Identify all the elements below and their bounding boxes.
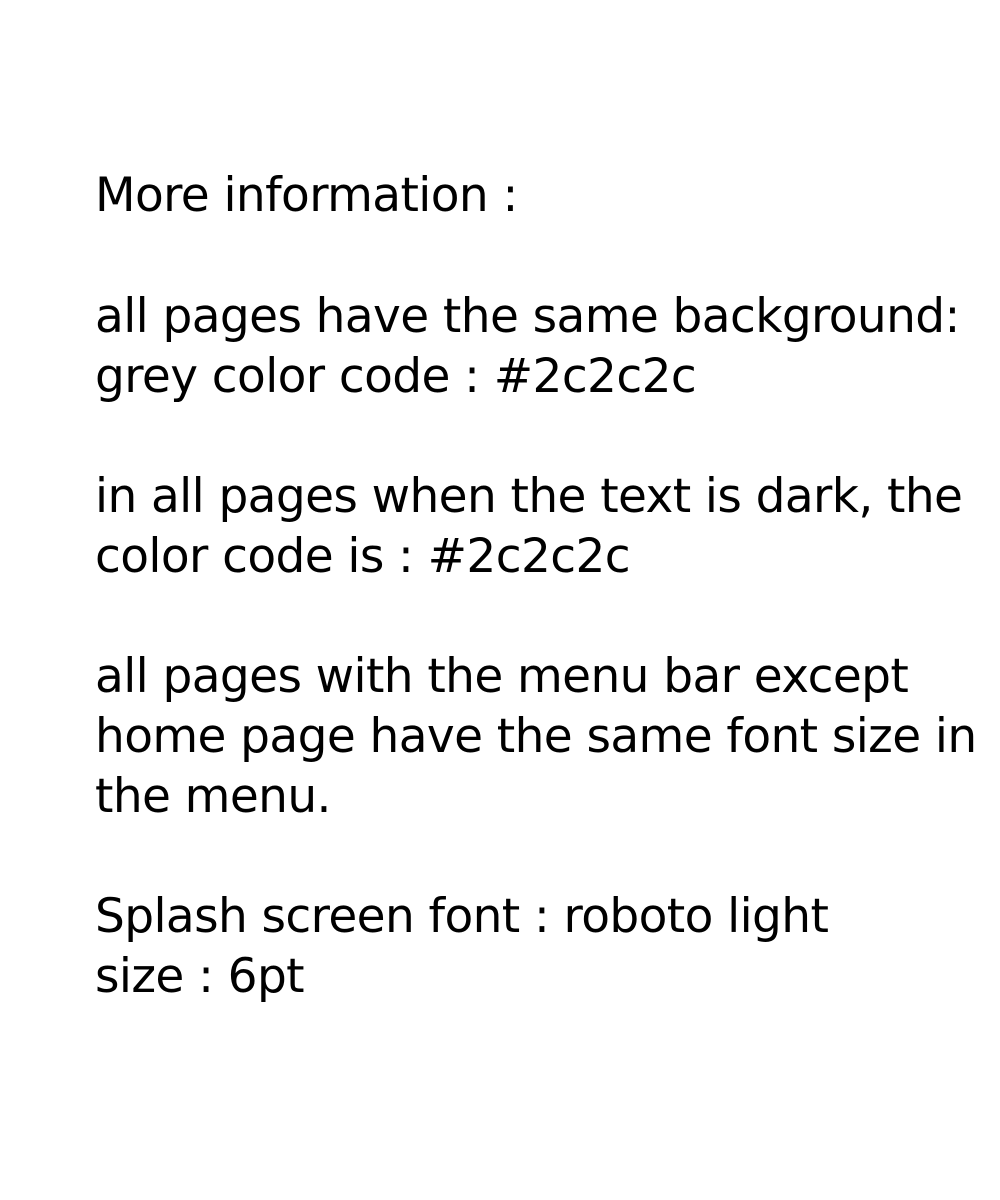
- note-line: in all pages when the text is dark, the: [95, 469, 963, 524]
- document-page: More information : all pages have the sa…: [95, 168, 977, 1067]
- note-line: all pages have the same background:: [95, 289, 960, 344]
- note-line: the menu.: [95, 769, 331, 824]
- note-line: size : 6pt: [95, 949, 305, 1004]
- note-line: Splash screen font : roboto light: [95, 889, 829, 944]
- page-title: More information :: [95, 168, 518, 223]
- note-line: grey color code : #2c2c2c: [95, 349, 697, 404]
- note-background: all pages have the same background: grey…: [95, 287, 975, 407]
- note-line: home page have the same font size in: [95, 709, 977, 764]
- note-line: all pages with the menu bar except: [95, 649, 909, 704]
- note-splash-font: Splash screen font : roboto light size :…: [95, 887, 975, 1007]
- note-menu-font-size: all pages with the menu bar except home …: [95, 647, 977, 827]
- note-line: color code is : #2c2c2c: [95, 529, 631, 584]
- note-text-color: in all pages when the text is dark, the …: [95, 467, 975, 587]
